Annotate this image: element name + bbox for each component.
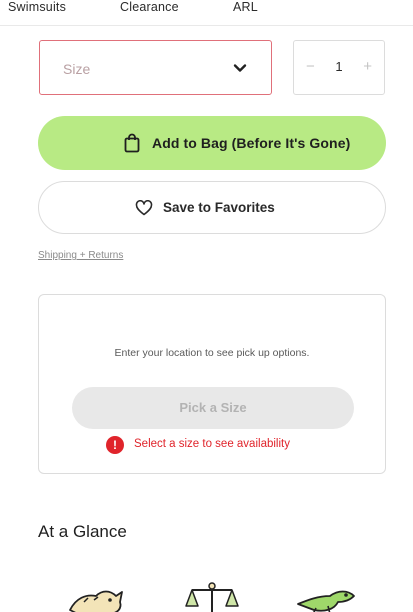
top-nav: Swimsuits Clearance ARL bbox=[0, 0, 413, 26]
shipping-returns-link[interactable]: Shipping + Returns bbox=[38, 250, 123, 261]
pickup-options-card: Enter your location to see pick up optio… bbox=[38, 294, 386, 474]
error-alert-symbol: ! bbox=[113, 438, 117, 452]
quantity-stepper: − 1 + bbox=[293, 40, 385, 95]
at-a-glance-heading: At a Glance bbox=[38, 522, 127, 541]
heart-icon bbox=[135, 200, 153, 216]
add-to-bag-button[interactable]: Add to Bag (Before It's Gone) bbox=[38, 116, 386, 170]
save-to-favorites-button[interactable]: Save to Favorites bbox=[38, 181, 386, 234]
error-alert-icon: ! bbox=[106, 436, 124, 454]
nav-link-swimsuits[interactable]: Swimsuits bbox=[8, 0, 66, 14]
pickup-location-prompt: Enter your location to see pick up optio… bbox=[114, 347, 310, 359]
pick-a-size-label: Pick a Size bbox=[179, 400, 247, 415]
cat-icon bbox=[69, 590, 123, 612]
save-to-favorites-label: Save to Favorites bbox=[163, 200, 275, 215]
chevron-down-icon bbox=[233, 64, 247, 72]
size-error-text: Select a size to see availability bbox=[134, 438, 290, 450]
lizard-icon bbox=[297, 590, 355, 612]
nav-link-arl[interactable]: ARL bbox=[233, 0, 258, 14]
scales-icon bbox=[185, 582, 239, 612]
quantity-increment-button[interactable]: + bbox=[363, 58, 372, 75]
size-select[interactable]: Size bbox=[39, 40, 272, 95]
shopping-bag-icon bbox=[124, 133, 140, 153]
pick-a-size-button[interactable]: Pick a Size bbox=[72, 387, 354, 429]
size-select-value: Size bbox=[63, 61, 91, 77]
add-to-bag-label: Add to Bag (Before It's Gone) bbox=[152, 135, 351, 151]
nav-link-clearance[interactable]: Clearance bbox=[120, 0, 179, 14]
